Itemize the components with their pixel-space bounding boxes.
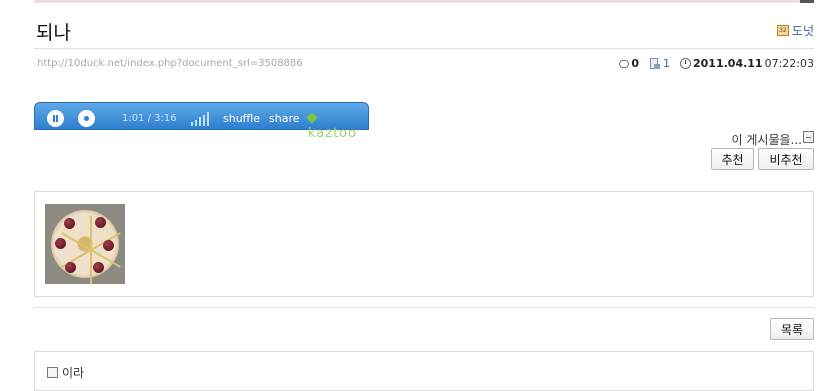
post-meta: 0 1 2011.04.11 07:22:03 (619, 57, 814, 70)
post-content (34, 191, 814, 297)
tag-section: 이라 (34, 351, 814, 391)
shuffle-button[interactable]: shuffle (223, 112, 260, 125)
music-player: 1:01 / 3:16 shuffle share kaztoo (34, 102, 369, 141)
donut-photo[interactable] (45, 204, 125, 284)
post-share-menu[interactable]: 이 게시물을... (732, 131, 802, 148)
tag-icon (47, 367, 58, 378)
pause-button[interactable] (47, 110, 64, 127)
clock-icon (680, 58, 691, 69)
post-category-label: 도넛 (791, 24, 814, 38)
post-category-link[interactable]: 32 도넛 (776, 22, 814, 39)
post-title: 되나 (36, 22, 71, 44)
brand-mark-icon (306, 112, 318, 124)
comment-icon (619, 59, 630, 68)
content-divider (34, 307, 814, 308)
post-time: 07:22:03 (764, 57, 814, 70)
view-count: 1 (663, 57, 670, 70)
stop-button[interactable] (78, 110, 95, 127)
not-recommend-button[interactable]: 비추천 (758, 148, 814, 170)
donut-body (51, 210, 121, 284)
share-menu-icon[interactable] (803, 131, 814, 143)
title-divider (34, 48, 814, 49)
post-date: 2011.04.11 (693, 57, 763, 70)
volume-bars-icon[interactable] (191, 112, 213, 126)
comment-count: 0 (631, 57, 639, 70)
player-brand: kaztoo (308, 126, 358, 141)
comment-count-item: 0 (619, 57, 639, 70)
player-time: 1:01 / 3:16 (122, 113, 177, 124)
view-count-item: 1 (649, 57, 670, 70)
list-button[interactable]: 목록 (770, 318, 814, 340)
tag-header: 이라 (47, 364, 84, 381)
document-icon (649, 57, 661, 70)
player-brand-logo: kaztoo (306, 111, 368, 141)
recommend-button[interactable]: 추천 (711, 148, 754, 170)
category-folder-icon: 32 (776, 25, 789, 36)
post-date-item: 2011.04.11 07:22:03 (680, 57, 814, 70)
post-permalink[interactable]: http://10duck.net/index.php?document_srl… (37, 58, 303, 69)
header-top-rule-end (800, 0, 814, 3)
tag-label: 이라 (62, 366, 85, 380)
share-button[interactable]: share (269, 112, 300, 125)
header-top-rule (34, 0, 814, 3)
